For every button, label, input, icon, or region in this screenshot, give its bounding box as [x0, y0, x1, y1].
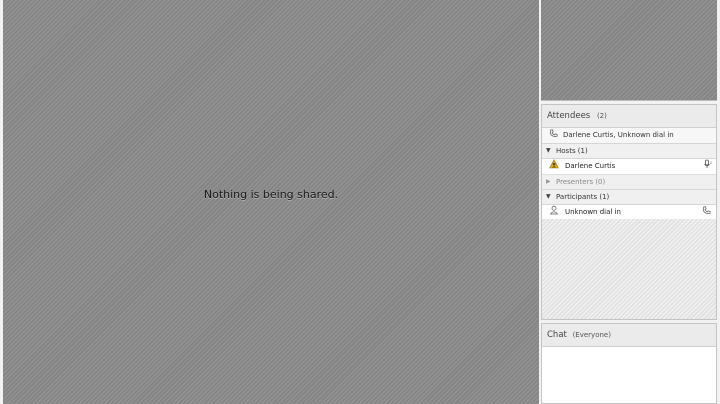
group-presenters[interactable]: ▶ Presenters (0) — [542, 175, 716, 190]
share-status-message: Nothing is being shared. — [203, 187, 339, 201]
camera-pod — [541, 0, 717, 101]
expanded-triangle-icon: ▼ — [546, 147, 551, 154]
share-pod: Nothing is being shared. — [3, 0, 539, 404]
attendee-summary-text: Darlene Curtis, Unknown dial in — [563, 131, 674, 139]
attendee-name: Unknown dial in — [565, 208, 621, 216]
collapsed-triangle-icon: ▶ — [546, 178, 551, 185]
chat-message-area[interactable] — [542, 347, 716, 403]
attendee-count: (2) — [596, 112, 607, 120]
attendee-row-host[interactable]: Darlene Curtis — [542, 159, 716, 175]
group-participants[interactable]: ▼ Participants (1) — [542, 190, 716, 205]
chat-pod: Chat (Everyone) — [541, 323, 717, 404]
chat-pod-header: Chat (Everyone) — [542, 324, 716, 347]
phone-icon — [548, 128, 559, 143]
group-hosts[interactable]: ▼ Hosts (1) — [542, 144, 716, 159]
attendee-list-empty-area — [542, 219, 716, 319]
attendee-pod: Attendees (2) Darlene Curtis, Unknown di… — [541, 104, 717, 320]
participant-icon — [548, 205, 559, 220]
phone-icon[interactable] — [701, 205, 712, 220]
group-participants-label: Participants (1) — [556, 193, 610, 201]
microphone-icon[interactable] — [701, 159, 712, 174]
host-icon — [548, 159, 559, 174]
group-hosts-label: Hosts (1) — [556, 147, 588, 155]
attendee-summary: Darlene Curtis, Unknown dial in — [542, 128, 716, 144]
chat-pod-title: Chat — [547, 330, 567, 340]
attendee-pod-title: Attendees — [547, 111, 591, 121]
chat-scope: (Everyone) — [572, 331, 611, 339]
expanded-triangle-icon: ▼ — [546, 193, 551, 200]
group-presenters-label: Presenters (0) — [556, 178, 606, 186]
attendee-name: Darlene Curtis — [565, 162, 616, 170]
attendee-pod-header: Attendees (2) — [542, 105, 716, 128]
